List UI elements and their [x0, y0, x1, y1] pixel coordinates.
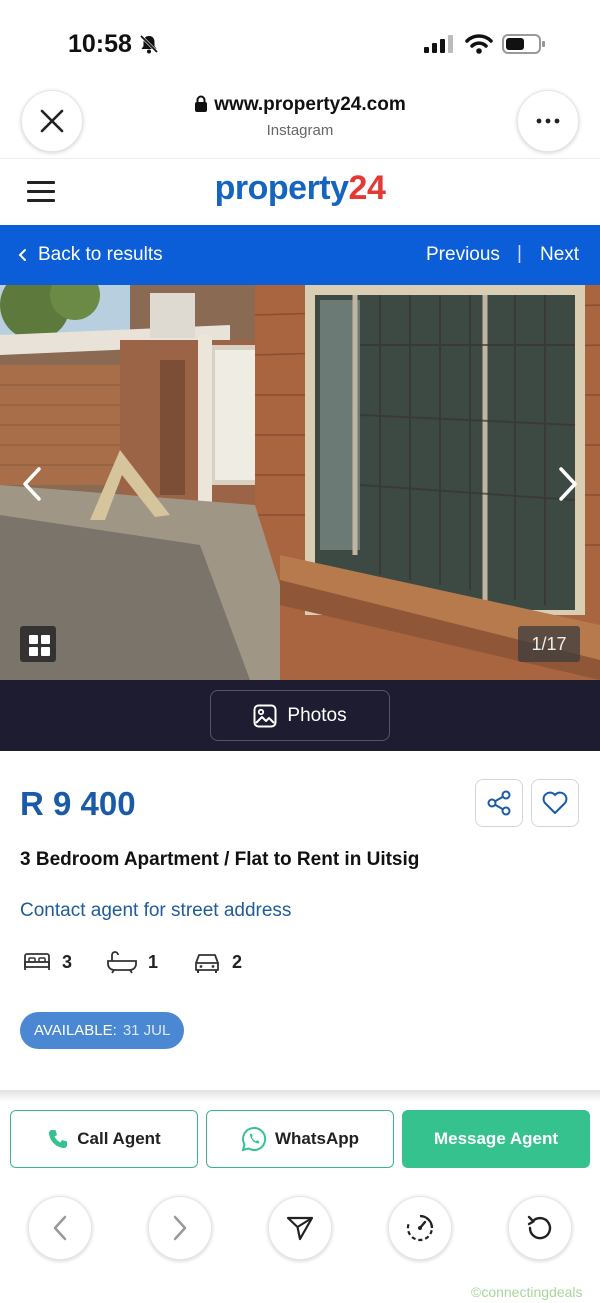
bedrooms-feature: 3 — [22, 950, 72, 974]
previous-listing-link[interactable]: Previous — [426, 244, 500, 266]
back-to-results-link[interactable]: Back to results — [18, 244, 163, 266]
lock-icon — [194, 95, 208, 118]
reload-icon — [527, 1215, 552, 1240]
site-header: property24 — [0, 159, 600, 225]
message-agent-button[interactable]: Message Agent — [402, 1110, 590, 1168]
whatsapp-icon — [241, 1126, 267, 1152]
photos-button[interactable]: Photos — [210, 690, 390, 741]
next-photo-arrow[interactable] — [556, 465, 580, 508]
listing-features: 3 1 2 — [22, 950, 276, 974]
bathrooms-feature: 1 — [106, 950, 158, 974]
cellular-signal-icon — [424, 34, 454, 59]
url-text: www.property24.com — [214, 94, 406, 115]
chevron-left-icon — [18, 249, 26, 261]
results-navigation: Back to results Previous | Next — [0, 225, 600, 285]
photos-strip: Photos — [0, 680, 600, 751]
car-icon — [195, 954, 219, 973]
property24-logo[interactable]: property24 — [0, 169, 600, 208]
browser-source: Instagram — [266, 122, 334, 139]
chevron-right-icon — [559, 467, 577, 501]
watermark: ©connectingdeals — [471, 1284, 583, 1300]
timer-button[interactable] — [388, 1196, 452, 1260]
silent-bell-icon — [138, 33, 160, 60]
listing-price: R 9 400 — [20, 785, 136, 822]
bathtub-icon — [107, 951, 137, 974]
image-icon — [253, 704, 277, 727]
paper-plane-icon — [286, 1216, 314, 1241]
nav-separator: | — [517, 243, 522, 264]
bed-icon — [24, 953, 50, 970]
listing-photo — [0, 285, 600, 680]
chevron-left-icon — [23, 467, 41, 501]
action-bar-shadow — [0, 1090, 600, 1102]
in-app-browser-bar: www.property24.com Instagram — [0, 80, 600, 158]
status-bar: 10:58 — [0, 0, 600, 80]
share-button[interactable] — [475, 779, 523, 827]
favourite-button[interactable] — [531, 779, 579, 827]
whatsapp-button[interactable]: WhatsApp — [206, 1110, 394, 1168]
heart-icon — [542, 791, 568, 814]
availability-badge: AVAILABLE: 31 JUL — [20, 1012, 185, 1049]
url-display: www.property24.com — [0, 94, 600, 118]
chevron-right-icon — [173, 1215, 187, 1241]
ellipsis-icon — [536, 118, 560, 124]
battery-icon — [502, 34, 546, 59]
wifi-icon — [465, 33, 493, 60]
clock: 10:58 — [68, 30, 132, 58]
photo-counter: 1/17 — [518, 626, 580, 662]
share-icon — [487, 790, 511, 816]
listing-address-link[interactable]: Contact agent for street address — [20, 900, 291, 922]
next-listing-link[interactable]: Next — [540, 244, 579, 266]
send-button[interactable] — [268, 1196, 332, 1260]
previous-photo-arrow[interactable] — [20, 465, 44, 508]
browser-forward-button[interactable] — [148, 1196, 212, 1260]
phone-icon — [49, 1130, 68, 1148]
call-agent-button[interactable]: Call Agent — [10, 1110, 198, 1168]
parking-feature: 2 — [192, 950, 242, 974]
chevron-left-icon — [53, 1215, 67, 1241]
photo-gallery[interactable]: 1/17 — [0, 285, 600, 680]
timer-icon — [406, 1214, 434, 1242]
reload-button[interactable] — [508, 1196, 572, 1260]
browser-back-button[interactable] — [28, 1196, 92, 1260]
more-options-button[interactable] — [517, 90, 579, 152]
listing-title: 3 Bedroom Apartment / Flat to Rent in Ui… — [20, 849, 420, 870]
grid-view-icon[interactable] — [20, 626, 56, 662]
